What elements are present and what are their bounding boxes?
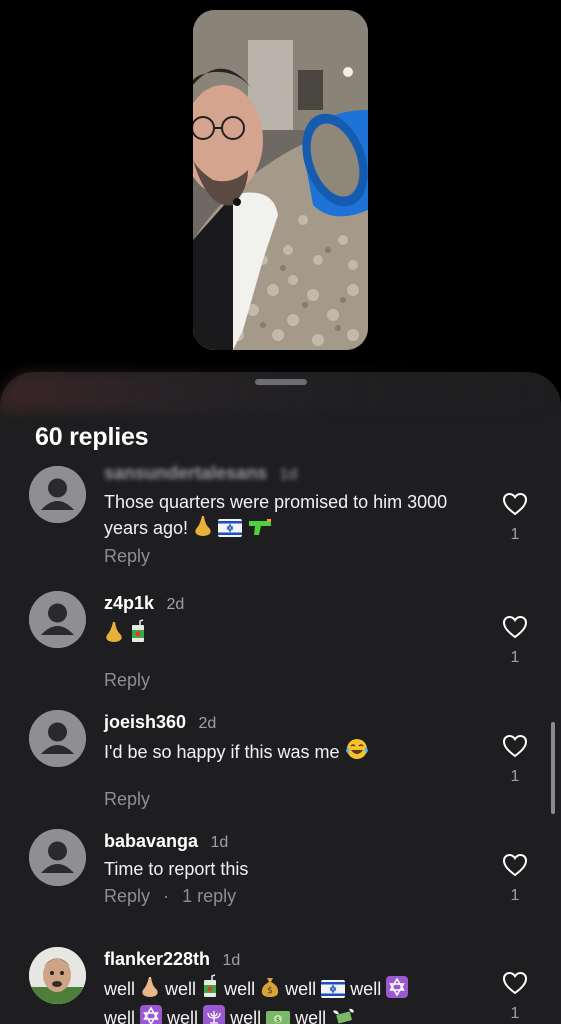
menorah-icon bbox=[203, 1005, 226, 1024]
israel-flag-icon bbox=[321, 979, 346, 1005]
comment-username[interactable]: sansundertalesans bbox=[104, 463, 267, 483]
comment-username[interactable]: joeish360 bbox=[104, 712, 186, 732]
nose-icon bbox=[193, 515, 213, 544]
screen: 60 replies sansundertalesans 1d Those qu… bbox=[0, 0, 561, 1024]
comment-word: well bbox=[104, 1008, 136, 1024]
replies-sheet: 60 replies sansundertalesans 1d Those qu… bbox=[0, 372, 561, 1024]
like-area: 1 bbox=[499, 734, 531, 786]
video-preview[interactable] bbox=[193, 10, 368, 350]
star-of-david-icon bbox=[386, 976, 409, 1005]
comment-timestamp: 1d bbox=[210, 834, 229, 851]
like-count: 1 bbox=[510, 649, 520, 666]
view-replies-button[interactable]: 1 reply bbox=[182, 886, 236, 906]
comment-word: well bbox=[285, 979, 317, 999]
comment-text: Time to report this bbox=[104, 856, 474, 882]
reply-button[interactable]: Reply bbox=[104, 546, 150, 566]
comment-word: well bbox=[165, 979, 197, 999]
comment-username[interactable]: babavanga bbox=[104, 831, 198, 851]
avatar[interactable] bbox=[29, 829, 86, 886]
comment-username[interactable]: flanker228th bbox=[104, 949, 210, 969]
comment-word: well bbox=[167, 1008, 199, 1024]
comment-word: well bbox=[104, 979, 136, 999]
comment-text-body: Those quarters were promised to him 3000… bbox=[104, 492, 448, 538]
like-area: 1 bbox=[499, 853, 531, 905]
default-avatar-icon bbox=[29, 466, 86, 523]
water-gun-icon bbox=[247, 517, 273, 544]
svg-text:$: $ bbox=[267, 986, 273, 996]
avatar[interactable] bbox=[29, 466, 86, 523]
comment-timestamp: 1d bbox=[279, 466, 298, 483]
like-count: 1 bbox=[510, 887, 520, 904]
replies-count-title: 60 replies bbox=[35, 423, 149, 451]
comment-word: well bbox=[295, 1008, 327, 1024]
money-bag-icon: $ bbox=[260, 976, 280, 1005]
separator-dot: · bbox=[163, 886, 170, 906]
heart-icon[interactable] bbox=[502, 615, 528, 639]
like-count: 1 bbox=[510, 526, 520, 543]
default-avatar-icon bbox=[29, 710, 86, 767]
star-of-david-icon bbox=[140, 1005, 163, 1024]
avatar[interactable] bbox=[29, 591, 86, 648]
reply-button[interactable]: Reply bbox=[104, 886, 150, 906]
comment-text-body: Time to report this bbox=[104, 859, 249, 879]
default-avatar-icon bbox=[29, 829, 86, 886]
juice-box-icon bbox=[201, 974, 219, 1005]
comment-word: well bbox=[224, 979, 256, 999]
nose-icon bbox=[140, 976, 160, 1005]
reply-button[interactable]: Reply bbox=[104, 789, 150, 809]
comment-text: Those quarters were promised to him 3000… bbox=[104, 489, 474, 544]
comment-word: well bbox=[350, 979, 382, 999]
comment-text: I'd be so happy if this was me bbox=[104, 737, 474, 768]
comment-text bbox=[104, 619, 474, 650]
heart-icon[interactable] bbox=[502, 492, 528, 516]
sheet-header-glow bbox=[0, 372, 561, 412]
avatar[interactable] bbox=[29, 710, 86, 767]
israel-flag-icon bbox=[218, 518, 243, 544]
comment-word: well bbox=[230, 1008, 262, 1024]
like-area: 1 bbox=[499, 971, 531, 1023]
video-thumbnail-image bbox=[193, 10, 368, 350]
scrollbar[interactable] bbox=[551, 722, 555, 814]
like-area: 1 bbox=[499, 615, 531, 667]
laughing-tears-icon bbox=[345, 737, 369, 768]
comment-text-body: I'd be so happy if this was me bbox=[104, 742, 340, 762]
svg-text:$: $ bbox=[276, 1016, 280, 1024]
juice-box-icon bbox=[129, 619, 147, 650]
user-photo-avatar bbox=[29, 947, 86, 1004]
avatar[interactable] bbox=[29, 947, 86, 1004]
like-area: 1 bbox=[499, 492, 531, 544]
heart-icon[interactable] bbox=[502, 971, 528, 995]
comment-timestamp: 1d bbox=[222, 952, 241, 969]
comment-timestamp: 2d bbox=[198, 715, 217, 732]
like-count: 1 bbox=[510, 1005, 520, 1022]
default-avatar-icon bbox=[29, 591, 86, 648]
comment-username[interactable]: z4p1k bbox=[104, 593, 154, 613]
comment-text: well well well $ well well well well wel… bbox=[104, 974, 484, 1024]
nose-icon bbox=[104, 621, 124, 650]
reply-button[interactable]: Reply bbox=[104, 670, 150, 690]
heart-icon[interactable] bbox=[502, 853, 528, 877]
like-count: 1 bbox=[510, 768, 520, 785]
dollar-bill-icon: $ bbox=[266, 1008, 291, 1024]
money-with-wings-icon bbox=[331, 1007, 355, 1024]
sheet-grabber-handle[interactable] bbox=[255, 379, 307, 385]
heart-icon[interactable] bbox=[502, 734, 528, 758]
comment-timestamp: 2d bbox=[166, 596, 185, 613]
